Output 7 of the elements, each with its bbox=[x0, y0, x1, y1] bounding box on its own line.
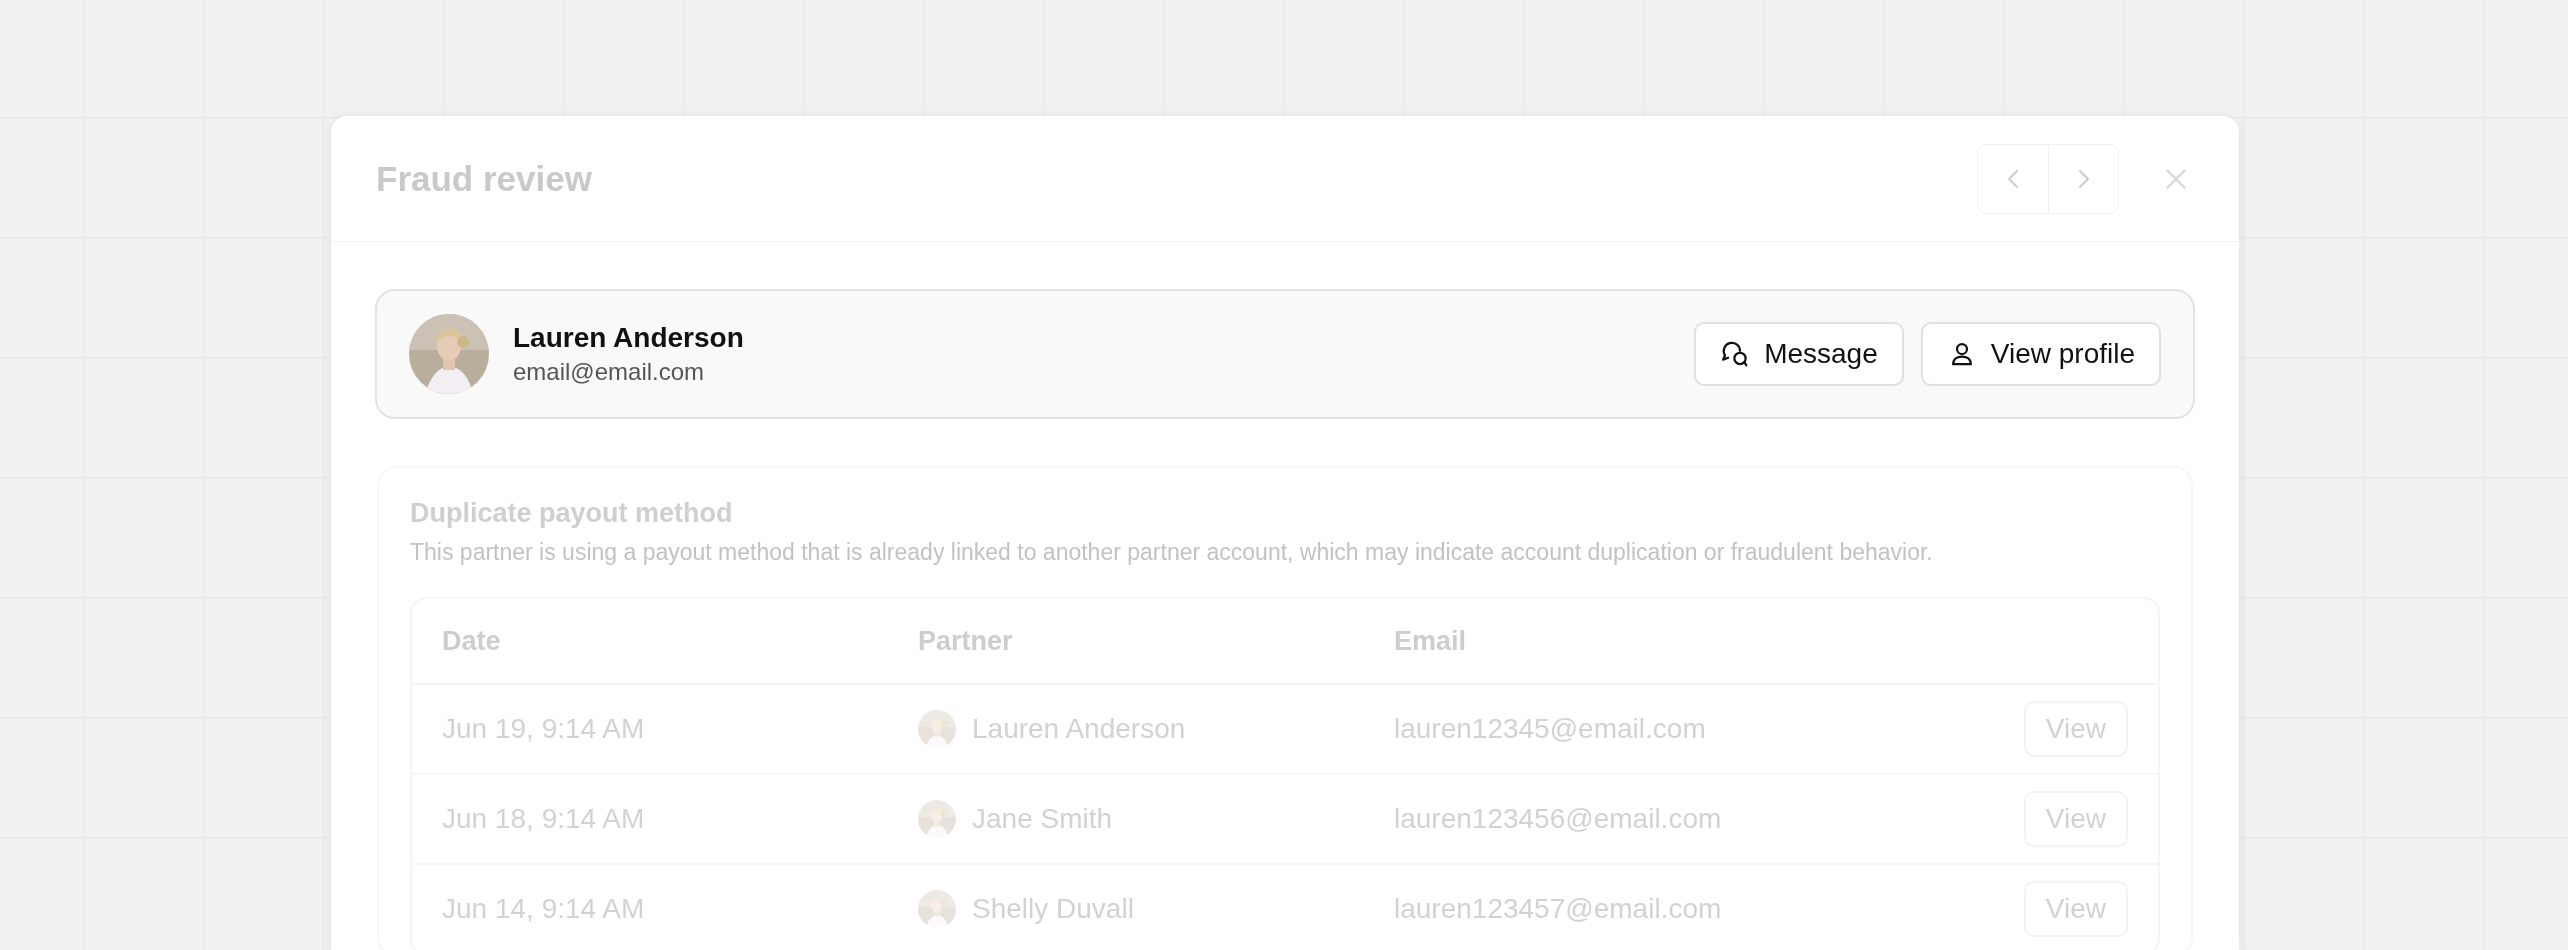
section-description: This partner is using a payout method that is already linked to another partner account, which may indicate account duplication or fraudulent behavior. bbox=[410, 539, 1934, 566]
partner-name: Lauren Anderson bbox=[513, 322, 745, 354]
chevron-right-icon bbox=[2077, 168, 2090, 189]
partner-email: email@email.com bbox=[513, 358, 706, 386]
chevron-left-icon bbox=[2007, 168, 2019, 189]
message-button[interactable]: Message bbox=[1694, 322, 1904, 386]
view-profile-button[interactable]: View profile bbox=[1920, 322, 2161, 386]
